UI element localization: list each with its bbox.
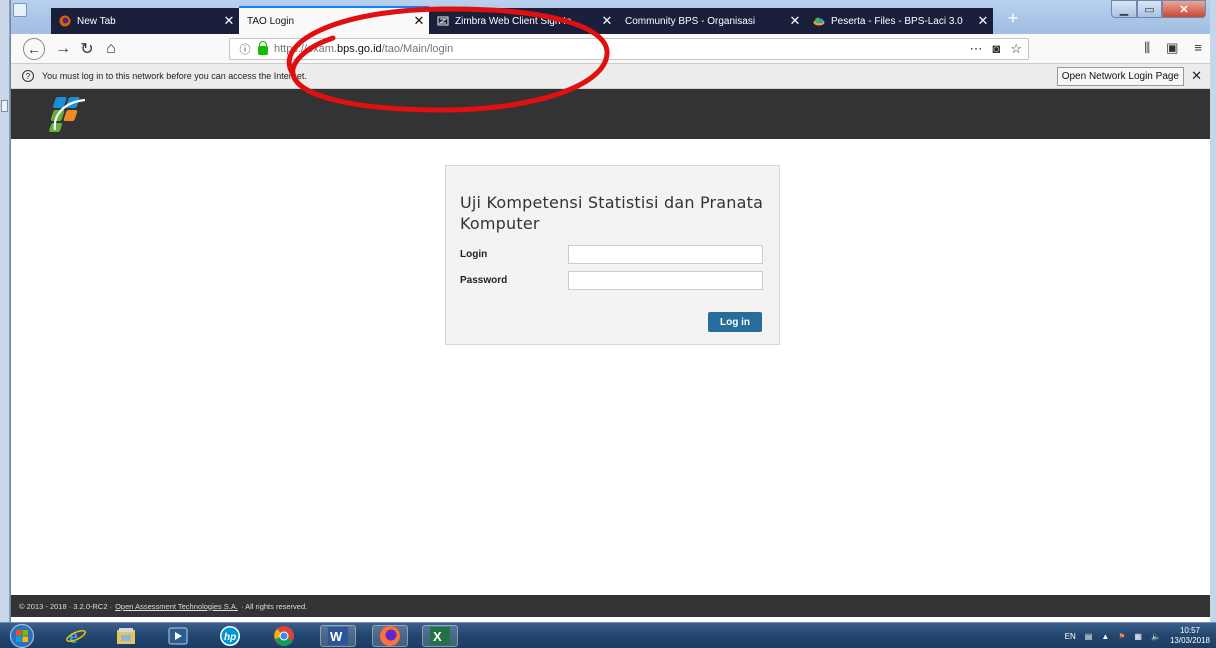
tab-title: Community BPS - Organisasi: [625, 15, 756, 27]
clock-time: 10:57: [1179, 626, 1200, 635]
password-label: Password: [460, 275, 508, 286]
address-bar[interactable]: ⓘ https://exam. bps.go.id /tao/Main/logi…: [229, 38, 1029, 60]
cloud-icon: [813, 17, 825, 26]
tab-close-icon[interactable]: ✕: [785, 13, 805, 29]
svg-text:X: X: [433, 629, 442, 644]
login-form: Uji Kompetensi Statistisi dan Pranata Ko…: [445, 165, 780, 345]
excel-icon[interactable]: X: [422, 625, 458, 647]
forward-button[interactable]: →: [51, 38, 75, 60]
tab-title: TAO Login: [247, 15, 295, 27]
tab-peserta-files[interactable]: Peserta - Files - BPS-Laci 3.0 ✕: [805, 8, 993, 34]
site-footer: © 2013 - 2018 · 3.2.0-RC2 · Open Assessm…: [11, 595, 1210, 617]
hamburger-menu-icon[interactable]: ≡: [1194, 40, 1202, 56]
minimize-button[interactable]: ▁: [1111, 0, 1137, 18]
back-button[interactable]: ←: [23, 38, 45, 60]
system-tray: EN ▤ ▲ ⚑ ▦ 🔈 10:57 13/03/2018: [1065, 623, 1210, 648]
action-center-flag-icon[interactable]: ⚑: [1118, 632, 1125, 641]
windows-taskbar: e hp W X EN ▤ ▲ ⚑ ▦ 🔈 10:57 13/03/2018: [0, 622, 1216, 648]
bps-logo[interactable]: [41, 94, 93, 134]
footer-copyright: © 2013 - 2018 · 3.2.0-RC2 ·: [19, 601, 113, 611]
notification-message: You must log in to this network before y…: [42, 71, 307, 81]
new-tab-button[interactable]: +: [1001, 8, 1025, 30]
window-controls: ▁ ▭ ✕: [1111, 0, 1206, 18]
firefox-taskbar-icon[interactable]: [372, 625, 408, 647]
question-icon: ?: [22, 70, 34, 82]
tab-close-icon[interactable]: ✕: [597, 13, 617, 29]
show-hidden-icons[interactable]: ▲: [1101, 632, 1109, 641]
network-icon[interactable]: ▦: [1134, 632, 1142, 641]
clock-date: 13/03/2018: [1169, 636, 1210, 645]
reload-button[interactable]: ↻: [75, 38, 99, 60]
tab-new-tab[interactable]: New Tab ✕: [51, 8, 240, 34]
bookmark-star-icon[interactable]: ☆: [1010, 41, 1022, 57]
background-window-edge: [0, 0, 10, 622]
login-submit-button[interactable]: Log in: [708, 312, 762, 332]
background-window-control: [1, 100, 8, 112]
tab-tao-login[interactable]: TAO Login ✕: [239, 6, 429, 34]
password-input[interactable]: [568, 271, 763, 290]
keyboard-icon[interactable]: ▤: [1085, 632, 1093, 641]
zimbra-icon: [437, 16, 449, 26]
sidebar-icon[interactable]: ▣: [1166, 40, 1178, 56]
hp-icon[interactable]: hp: [212, 625, 248, 647]
svg-text:hp: hp: [224, 632, 236, 643]
tab-close-icon[interactable]: ✕: [409, 13, 429, 29]
page-actions-icon[interactable]: ⋯: [969, 41, 982, 57]
site-header: [11, 89, 1210, 139]
footer-company-link[interactable]: Open Assessment Technologies S.A.: [115, 602, 238, 611]
lock-icon[interactable]: [258, 40, 268, 55]
pocket-icon[interactable]: ◙: [992, 41, 1000, 57]
tab-title: New Tab: [77, 15, 116, 27]
login-label: Login: [460, 249, 488, 260]
close-notification-icon[interactable]: ✕: [1191, 68, 1202, 84]
tab-strip: New Tab ✕ TAO Login ✕ Zimbra Web Client …: [11, 0, 1210, 34]
tab-community-bps[interactable]: Community BPS - Organisasi ✕: [617, 8, 806, 34]
language-indicator[interactable]: EN: [1065, 632, 1076, 641]
url-path: /tao/Main/login: [381, 43, 454, 55]
clock[interactable]: 10:57 13/03/2018: [1170, 626, 1210, 646]
home-button[interactable]: ⌂: [99, 38, 123, 60]
url-prefix: https://exam.: [274, 43, 337, 55]
volume-icon[interactable]: 🔈: [1151, 632, 1161, 641]
svg-text:W: W: [330, 629, 343, 644]
url-host: bps.go.id: [336, 43, 382, 55]
site-info-icon[interactable]: ⓘ: [236, 41, 254, 57]
tab-zimbra[interactable]: Zimbra Web Client Sign In ✕: [429, 8, 618, 34]
browser-window: New Tab ✕ TAO Login ✕ Zimbra Web Client …: [10, 0, 1216, 622]
media-player-icon[interactable]: [160, 625, 196, 647]
tab-title: Zimbra Web Client Sign In: [455, 15, 572, 27]
chrome-icon[interactable]: [266, 625, 302, 647]
open-network-login-button[interactable]: Open Network Login Page: [1056, 67, 1184, 86]
start-button[interactable]: [6, 623, 38, 648]
footer-rights: · All rights reserved.: [240, 601, 308, 611]
close-window-button[interactable]: ✕: [1162, 0, 1206, 18]
maximize-button[interactable]: ▭: [1137, 0, 1162, 18]
firefox-icon: [59, 15, 71, 27]
navigation-toolbar: ← → ↻ ⌂ ⓘ https://exam. bps.go.id /tao/M…: [11, 34, 1210, 64]
svg-text:e: e: [69, 626, 78, 647]
login-input[interactable]: [568, 245, 763, 264]
captive-portal-notification: ? You must log in to this network before…: [11, 64, 1210, 89]
internet-explorer-icon[interactable]: e: [58, 625, 94, 647]
login-title: Uji Kompetensi Statistisi dan Pranata Ko…: [460, 193, 764, 233]
tab-title: Peserta - Files - BPS-Laci 3.0: [831, 15, 963, 27]
tab-close-icon[interactable]: ✕: [973, 13, 993, 29]
tab-close-icon[interactable]: ✕: [219, 13, 239, 29]
app-menu-icon[interactable]: [13, 3, 27, 17]
library-icon[interactable]: ⫼: [1144, 40, 1150, 56]
file-explorer-icon[interactable]: [108, 625, 144, 647]
word-icon[interactable]: W: [320, 625, 356, 647]
